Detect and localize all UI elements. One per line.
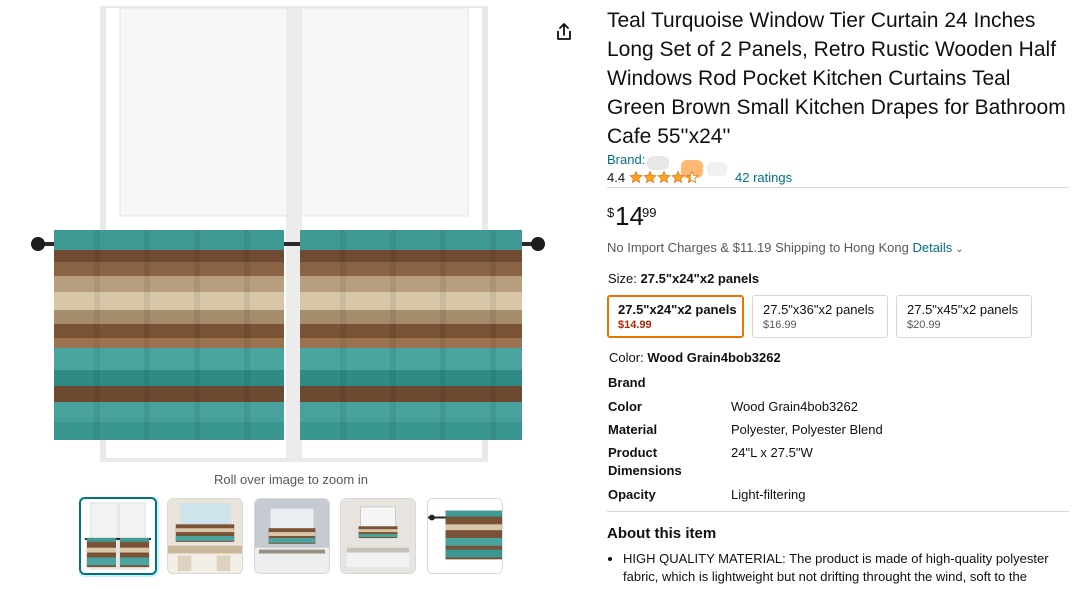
price-fraction: 99 [642,205,657,220]
thumbnail-2[interactable] [167,498,243,574]
divider [607,511,1069,512]
color-selected: Wood Grain4bob3262 [647,350,781,365]
thumbnail-5[interactable] [427,498,503,574]
about-title: About this item [607,525,717,542]
about-list: HIGH QUALITY MATERIAL: The product is ma… [623,550,1063,586]
color-label: Color: Wood Grain4bob3262 [609,350,781,365]
shipping-details-link[interactable]: Details [912,240,952,255]
price-currency: $ [607,205,615,220]
thumbnail-strip [79,497,509,577]
share-button[interactable] [552,20,576,44]
price-whole: 14 [615,201,644,231]
thumbnail-1[interactable] [79,497,157,575]
product-title: Teal Turquoise Window Tier Curtain 24 In… [607,9,1066,148]
ratings-count-link[interactable]: 42 ratings [735,170,792,185]
thumbnail-3[interactable] [254,498,330,574]
size-option-36[interactable]: 27.5"x36"x2 panels $16.99 [752,295,888,338]
size-label: Size: 27.5"x24"x2 panels [608,271,760,286]
shipping-info: No Import Charges & $11.19 Shipping to H… [607,240,964,255]
thumbnail-4[interactable] [340,498,416,574]
share-icon [557,23,571,40]
rating-value: 4.4 [607,170,626,185]
zoom-hint: Roll over image to zoom in [214,472,368,487]
chevron-down-icon[interactable]: ⌄ [955,244,963,255]
size-selected: 27.5"x24"x2 panels [640,271,760,286]
shipping-text: No Import Charges & $11.19 Shipping to H… [607,240,909,255]
size-option-45[interactable]: 27.5"x45"x2 panels $20.99 [896,295,1032,338]
divider [607,187,1069,188]
about-item: HIGH QUALITY MATERIAL: The product is ma… [623,550,1063,586]
image-gallery: Roll over image to zoom in [0,0,600,589]
size-option-24[interactable]: 27.5"x24"x2 panels $14.99 [607,295,744,338]
brand-link[interactable]: Brand: [607,152,645,167]
main-product-image[interactable] [24,4,564,464]
